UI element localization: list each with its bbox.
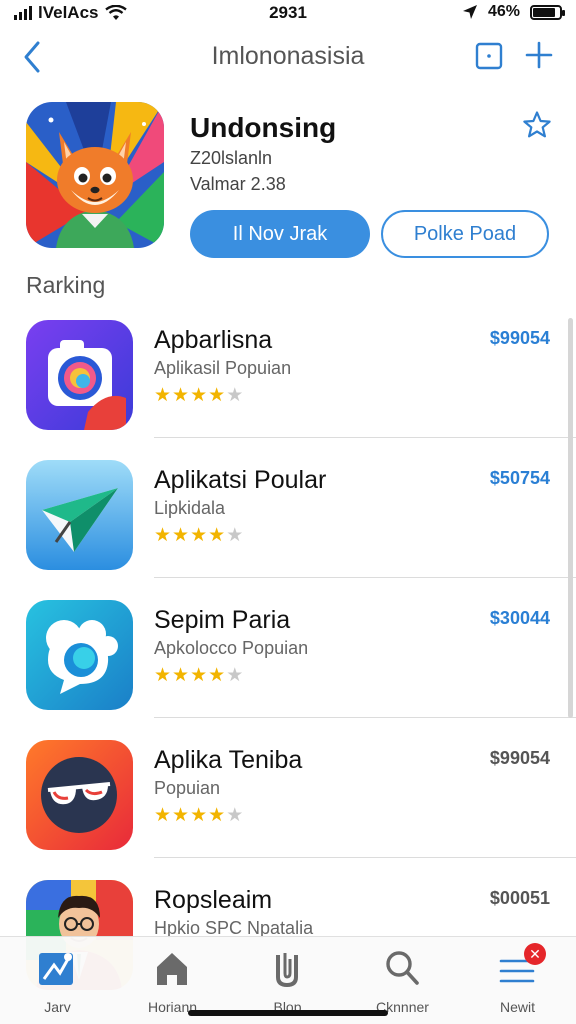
square-icon[interactable] xyxy=(475,42,503,70)
battery-icon xyxy=(530,4,565,20)
tab-label: Newit xyxy=(499,999,535,1015)
app-list-item[interactable]: Apbarlisna Aplikasil Popuian ★★★★★ $9905… xyxy=(0,300,576,438)
tab-jarv[interactable]: Jarv xyxy=(0,943,115,1015)
primary-action-button[interactable]: Il Nov Jrak xyxy=(190,210,370,258)
app-name: Ropsleaim xyxy=(154,886,273,914)
nav-bar: Imlononasisia xyxy=(0,30,576,84)
tab-label: Jarv xyxy=(44,999,71,1015)
app-price[interactable]: $50754 xyxy=(490,468,550,489)
home-icon xyxy=(157,953,187,985)
camera-app-icon[interactable] xyxy=(26,320,133,430)
app-list: Apbarlisna Aplikasil Popuian ★★★★★ $9905… xyxy=(0,300,576,990)
home-indicator[interactable] xyxy=(188,1010,388,1016)
status-right: 46% xyxy=(462,3,565,21)
divider xyxy=(154,857,576,858)
paper-plane-app-icon[interactable] xyxy=(26,460,133,570)
app-name: Aplika Teniba xyxy=(154,746,303,774)
app-price[interactable]: $99054 xyxy=(490,328,550,349)
featured-app: Undonsing Z20lslanln Valmar 2.38 Il Nov … xyxy=(0,100,576,260)
search-icon xyxy=(386,951,419,985)
app-price[interactable]: $00051 xyxy=(490,888,550,909)
app-name: Aplikatsi Poular xyxy=(154,466,327,494)
tab-newit[interactable]: ✕ Newit xyxy=(460,943,575,1015)
plus-icon[interactable] xyxy=(524,40,554,70)
divider xyxy=(154,437,576,438)
app-subtitle: Aplikasil Popuian xyxy=(154,358,292,378)
secondary-action-button[interactable]: Polke Poad xyxy=(381,210,549,258)
star-outline-icon[interactable] xyxy=(522,110,552,140)
section-title: Rarking xyxy=(26,272,106,298)
fox-mascot-icon[interactable] xyxy=(26,102,164,248)
divider xyxy=(154,717,576,718)
chat-bubble-app-icon[interactable] xyxy=(26,600,133,710)
puzzle-tab-icon xyxy=(39,953,73,985)
app-price[interactable]: $30044 xyxy=(490,608,550,629)
star-rating: ★★★★★ xyxy=(154,385,245,406)
app-list-item[interactable]: Aplikatsi Poular Lipkidala ★★★★★ $50754 xyxy=(0,440,576,578)
app-name: Apbarlisna xyxy=(154,326,273,354)
app-subtitle: Lipkidala xyxy=(154,498,226,518)
divider xyxy=(154,577,576,578)
app-list-item[interactable]: Sepim Paria Apkolocco Popuian ★★★★★ $300… xyxy=(0,580,576,718)
tab-horiann[interactable]: Horiann xyxy=(115,943,230,1015)
app-price[interactable]: $99054 xyxy=(490,748,550,769)
battery-percent: 46% xyxy=(487,3,520,20)
tab-cknnner[interactable]: Cknnner xyxy=(345,943,460,1015)
notification-badge: ✕ xyxy=(524,943,546,965)
app-subtitle: Apkolocco Popuian xyxy=(154,638,309,658)
app-name: Sepim Paria xyxy=(154,606,291,634)
app-list-item[interactable]: Aplika Teniba Popuian ★★★★★ $99054 xyxy=(0,720,576,858)
sunglasses-app-icon[interactable] xyxy=(26,740,133,850)
star-rating: ★★★★★ xyxy=(154,525,245,546)
app-subtitle: Popuian xyxy=(154,778,221,798)
featured-subtitle: Z20lslanln xyxy=(190,148,273,168)
star-rating: ★★★★★ xyxy=(154,665,245,686)
tab-blop[interactable]: Blop xyxy=(230,943,345,1015)
featured-title: Undonsing xyxy=(190,112,337,143)
scrollbar[interactable] xyxy=(568,318,573,718)
location-arrow-icon xyxy=(462,5,477,19)
star-rating: ★★★★★ xyxy=(154,805,245,826)
status-bar: lVelAcs 2931 46% xyxy=(0,0,576,26)
paperclip-icon xyxy=(276,953,298,987)
featured-version: Valmar 2.38 xyxy=(190,174,286,194)
battery-fill xyxy=(533,7,556,17)
